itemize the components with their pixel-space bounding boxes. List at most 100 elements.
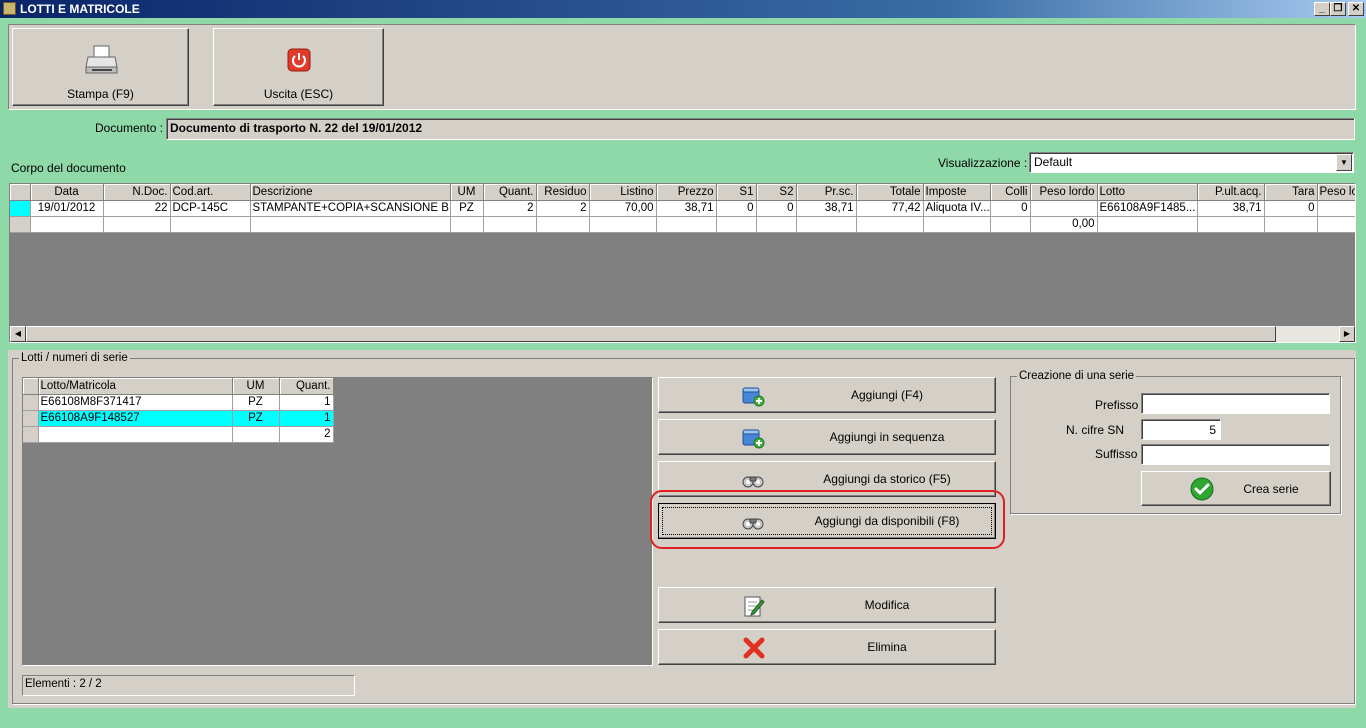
grid-cell[interactable]: E66108A9F148527: [38, 410, 233, 427]
column-header[interactable]: Data: [30, 184, 104, 201]
add-from-available-button[interactable]: Aggiungi da disponibili (F8): [658, 503, 996, 539]
grid-cell[interactable]: [250, 216, 451, 233]
column-header[interactable]: Quant.: [483, 184, 537, 201]
print-button[interactable]: Stampa (F9): [12, 28, 189, 106]
grid-cell[interactable]: 70,00: [589, 200, 657, 217]
grid-cell[interactable]: 22: [103, 200, 171, 217]
grid-cell[interactable]: [756, 216, 797, 233]
column-header[interactable]: UM: [450, 184, 484, 201]
column-header[interactable]: Lotto/Matricola: [38, 378, 233, 395]
row-indicator[interactable]: [10, 200, 31, 217]
grid-cell[interactable]: E66108A9F1485...: [1097, 200, 1198, 217]
grid-cell[interactable]: 0: [1264, 200, 1318, 217]
grid-cell[interactable]: PZ: [450, 200, 484, 217]
close-button[interactable]: ✕: [1348, 2, 1364, 16]
column-header[interactable]: Prezzo: [656, 184, 717, 201]
grid-cell[interactable]: [38, 426, 233, 443]
view-select[interactable]: Default ▼: [1029, 152, 1354, 173]
grid-cell[interactable]: 2: [279, 426, 334, 443]
column-header[interactable]: Residuo: [536, 184, 590, 201]
grid-cell[interactable]: PZ: [232, 410, 280, 427]
grid-cell[interactable]: 0: [990, 200, 1031, 217]
column-header[interactable]: Quant.: [279, 378, 334, 395]
grid-cell[interactable]: 38,71: [1197, 200, 1265, 217]
grid-cell[interactable]: 2: [483, 200, 537, 217]
restore-button[interactable]: ❐: [1330, 2, 1346, 16]
grid-cell[interactable]: [1197, 216, 1265, 233]
column-header[interactable]: Listino: [589, 184, 657, 201]
grid-cell[interactable]: DCP-145C: [170, 200, 251, 217]
grid-cell[interactable]: [1097, 216, 1198, 233]
grid-cell[interactable]: [170, 216, 251, 233]
chevron-down-icon[interactable]: ▼: [1336, 154, 1352, 171]
row-indicator[interactable]: [23, 394, 39, 411]
column-header[interactable]: Peso lordo: [1030, 184, 1098, 201]
grid-cell[interactable]: [536, 216, 590, 233]
scrollbar-thumb[interactable]: [26, 326, 1276, 342]
grid-cell[interactable]: [1317, 216, 1355, 233]
add-sequence-button[interactable]: Aggiungi in sequenza: [658, 419, 996, 455]
list-item-total[interactable]: 2: [23, 426, 334, 443]
grid-cell[interactable]: 77,42: [856, 200, 924, 217]
grid-cell[interactable]: [450, 216, 484, 233]
grid-cell[interactable]: [796, 216, 857, 233]
document-body-grid[interactable]: Data N.Doc. Cod.art. Descrizione UM Quan…: [9, 183, 1356, 343]
grid-cell[interactable]: Aliquota IV...: [923, 200, 991, 217]
grid-cell[interactable]: 38,71: [796, 200, 857, 217]
grid-cell[interactable]: 38,71: [656, 200, 717, 217]
grid-cell[interactable]: 19/01/2012: [30, 200, 104, 217]
window-title-bar[interactable]: LOTTI E MATRICOLE: [0, 0, 1366, 18]
edit-button[interactable]: Modifica: [658, 587, 996, 623]
grid-cell[interactable]: [30, 216, 104, 233]
column-header[interactable]: S1: [716, 184, 757, 201]
grid-cell[interactable]: E66108M8F371417: [38, 394, 233, 411]
grid-cell[interactable]: 1: [279, 410, 334, 427]
horizontal-scrollbar[interactable]: ◀ ▶: [10, 326, 1355, 342]
column-header[interactable]: S2: [756, 184, 797, 201]
grid-cell[interactable]: [990, 216, 1031, 233]
grid-cell[interactable]: [1030, 200, 1098, 217]
column-header[interactable]: Totale: [856, 184, 924, 201]
grid-cell[interactable]: 2: [536, 200, 590, 217]
grid-cell[interactable]: [103, 216, 171, 233]
delete-button[interactable]: Elimina: [658, 629, 996, 665]
column-header[interactable]: UM: [232, 378, 280, 395]
grid-cell[interactable]: 0,00: [1030, 216, 1098, 233]
grid-cell[interactable]: PZ: [232, 394, 280, 411]
column-header[interactable]: Imposte: [923, 184, 991, 201]
column-header[interactable]: Cod.art.: [170, 184, 251, 201]
column-header[interactable]: Tara: [1264, 184, 1318, 201]
add-button[interactable]: Aggiungi (F4): [658, 377, 996, 413]
column-header[interactable]: Peso lo: [1317, 184, 1355, 201]
grid-cell[interactable]: STAMPANTE+COPIA+SCANSIONE B...: [250, 200, 451, 217]
grid-cell[interactable]: 0: [756, 200, 797, 217]
table-row[interactable]: 19/01/2012 22 DCP-145C STAMPANTE+COPIA+S…: [10, 200, 1355, 217]
grid-cell[interactable]: [1264, 216, 1318, 233]
grid-cell[interactable]: [856, 216, 924, 233]
list-item[interactable]: E66108M8F371417 PZ 1: [23, 394, 334, 411]
scroll-left-icon[interactable]: ◀: [10, 326, 26, 342]
suffix-input[interactable]: [1141, 444, 1330, 465]
app-icon[interactable]: [3, 2, 16, 15]
digits-input[interactable]: [1141, 419, 1221, 440]
grid-cell[interactable]: [232, 426, 280, 443]
grid-cell[interactable]: [923, 216, 991, 233]
grid-cell[interactable]: [656, 216, 717, 233]
column-header[interactable]: Descrizione: [250, 184, 451, 201]
prefix-input[interactable]: [1141, 393, 1330, 414]
exit-button[interactable]: Uscita (ESC): [213, 28, 384, 106]
lots-grid[interactable]: Lotto/Matricola UM Quant. E66108M8F37141…: [22, 377, 653, 666]
grid-cell[interactable]: [716, 216, 757, 233]
grid-cell[interactable]: [589, 216, 657, 233]
row-indicator[interactable]: [23, 410, 39, 427]
list-item-selected[interactable]: E66108A9F148527 PZ 1: [23, 410, 334, 427]
row-indicator[interactable]: [23, 426, 39, 443]
grid-cell[interactable]: [1317, 200, 1355, 217]
grid-cell[interactable]: [483, 216, 537, 233]
minimize-button[interactable]: _: [1314, 2, 1330, 16]
column-header[interactable]: P.ult.acq.: [1197, 184, 1265, 201]
create-series-button[interactable]: Crea serie: [1141, 471, 1331, 506]
grid-cell[interactable]: 0: [716, 200, 757, 217]
column-header[interactable]: Lotto: [1097, 184, 1198, 201]
column-header[interactable]: Colli: [990, 184, 1031, 201]
